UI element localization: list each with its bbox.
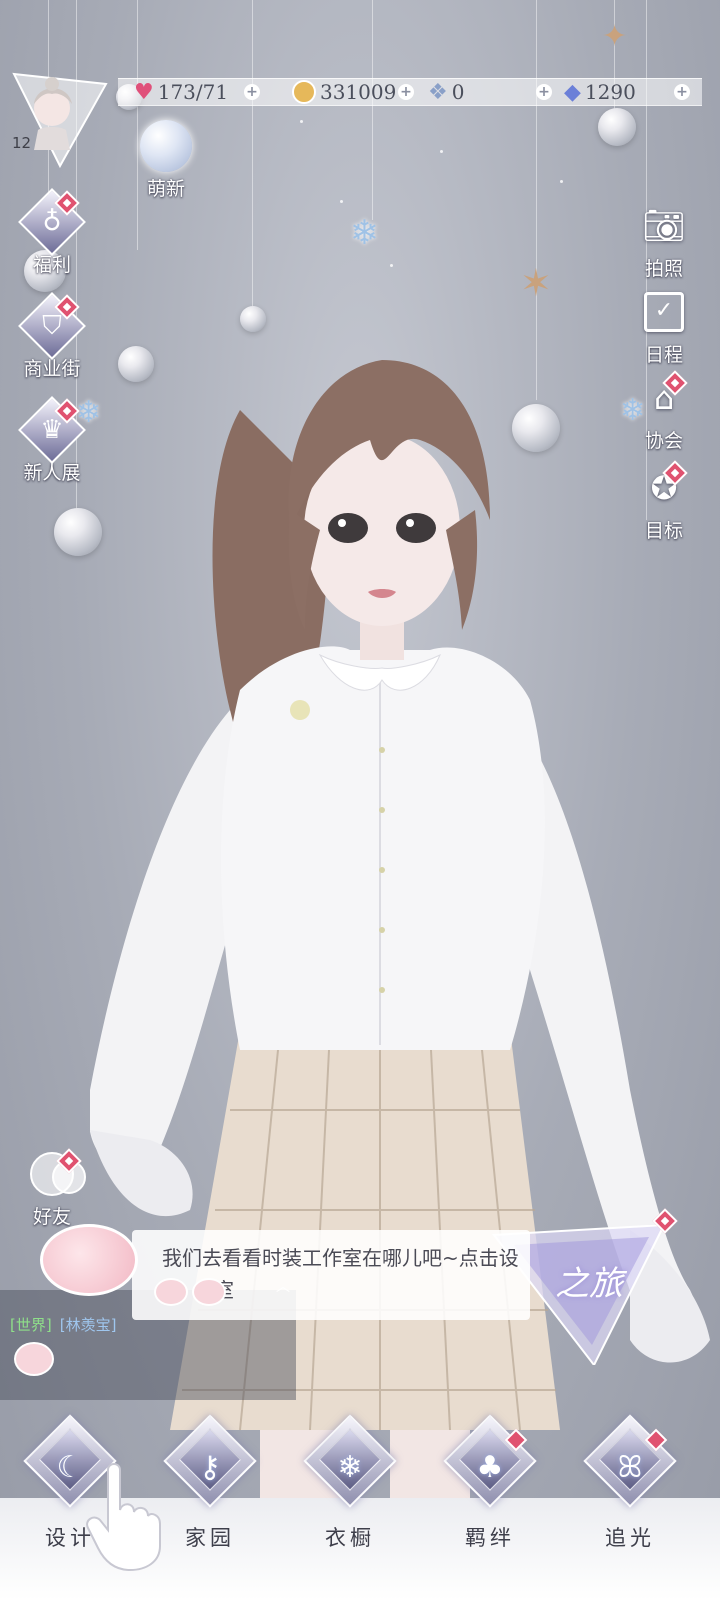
- nav-home-button[interactable]: ⚷ 家园: [160, 1414, 260, 1552]
- guild-building-icon: ⌂: [638, 370, 690, 424]
- player-level: 12: [12, 134, 32, 152]
- crystal-counter: ❖ 0: [428, 79, 464, 105]
- moon-needle-icon: ☾: [56, 1450, 84, 1485]
- newbie-label: 萌新: [146, 178, 185, 200]
- butterfly-icon: ꕤ: [617, 1450, 643, 1485]
- player-avatar[interactable]: [10, 70, 110, 170]
- plus-icon[interactable]: +: [244, 84, 260, 100]
- tutorial-hand-pointer-icon: [86, 1463, 161, 1572]
- pig-emoji-icon: [154, 1278, 188, 1306]
- newcomer-exhibition-button[interactable]: ♛ 新人展: [12, 396, 92, 485]
- sparkle: [440, 150, 443, 153]
- heart-gem-icon: ♥: [134, 79, 154, 105]
- guide-dialog-line-1: 我们去看看时装工作室在哪儿吧~点击设: [162, 1246, 519, 1270]
- sparkle: [340, 200, 343, 203]
- shopping-bag-icon: ⛉: [18, 292, 86, 360]
- goals-label: 目标: [644, 520, 683, 542]
- crystal-icon: ❖: [428, 79, 448, 105]
- pig-guide-mascot: [40, 1224, 138, 1296]
- coin-value: 331009: [320, 80, 397, 104]
- diamond-icon: ◆: [564, 79, 581, 105]
- camera-icon: 📷︎: [642, 206, 686, 246]
- resource-bar: ♥ 173/71 + 331009 + ❖ 0 + ◆ 1290 +: [118, 78, 702, 106]
- plus-icon[interactable]: +: [398, 84, 414, 100]
- key-icon: ⚷: [199, 1450, 221, 1485]
- friends-button[interactable]: 好友: [12, 1148, 92, 1229]
- coin-icon: [292, 80, 316, 104]
- star-ornament-icon: ✦: [602, 19, 628, 54]
- journey-label: 之旅: [555, 1264, 623, 1304]
- calendar-check-icon: ✓: [638, 286, 690, 338]
- guide-dialog[interactable]: 我们去看看时装工作室在哪儿吧~点击设 室: [132, 1230, 530, 1320]
- diamond-counter: ◆ 1290: [564, 79, 636, 105]
- diamond-value: 1290: [584, 80, 636, 104]
- chat-message: [世界] [林羡宝]: [10, 1314, 116, 1335]
- snowflake-gem-icon: ❄: [337, 1450, 363, 1485]
- stamina-value: 173/71: [157, 80, 229, 104]
- target-badge-icon: ✪: [638, 460, 690, 514]
- hanging-string: [372, 0, 373, 220]
- bubble-orb-icon: [140, 120, 192, 172]
- nav-chase-light-label: 追光: [605, 1526, 655, 1550]
- pearl-ornament: [598, 108, 636, 146]
- crown-star-icon: ♛: [18, 396, 86, 464]
- newbie-button[interactable]: 萌新: [126, 120, 206, 201]
- hanging-string: [252, 0, 253, 310]
- nav-home-label: 家园: [185, 1526, 235, 1550]
- sparkle: [390, 264, 393, 267]
- sparkle: [300, 120, 303, 123]
- photo-button[interactable]: 📷︎ 拍照: [624, 200, 704, 281]
- pig-emoji-icon: [192, 1278, 226, 1306]
- nav-chase-light-button[interactable]: ꕤ 追光: [580, 1414, 680, 1552]
- pig-mascot-icon: [14, 1342, 54, 1376]
- chat-username: [林羡宝]: [59, 1316, 117, 1334]
- nav-wardrobe-button[interactable]: ❄ 衣橱: [300, 1414, 400, 1552]
- sparkle: [560, 180, 563, 183]
- balloon-icon: ♁: [18, 188, 86, 256]
- schedule-label: 日程: [644, 344, 683, 366]
- pearl-ornament: [240, 306, 266, 332]
- plus-icon[interactable]: +: [536, 84, 552, 100]
- coin-counter: 331009: [292, 79, 396, 105]
- crystal-value: 0: [451, 80, 465, 104]
- welfare-button[interactable]: ♁ 福利: [12, 188, 92, 277]
- goals-button[interactable]: ✪ 目标: [624, 460, 704, 543]
- nav-wardrobe-label: 衣橱: [325, 1526, 375, 1550]
- plus-icon[interactable]: +: [674, 84, 690, 100]
- stamina-counter: ♥ 173/71: [134, 79, 228, 105]
- chat-channel-tag: [世界]: [10, 1316, 52, 1334]
- nav-bond-label: 羁绊: [465, 1526, 515, 1550]
- guild-button[interactable]: ⌂ 协会: [624, 370, 704, 453]
- friends-icon: [26, 1148, 86, 1200]
- guild-label: 协会: [644, 430, 683, 452]
- star-ornament-icon: ✶: [520, 261, 552, 305]
- shopping-street-button[interactable]: ⛉ 商业街: [12, 292, 92, 381]
- snowflake-ornament-icon: ❄: [350, 213, 379, 253]
- avatar-portrait: [12, 72, 108, 169]
- clover-icon: ♣: [476, 1450, 504, 1485]
- nav-bond-button[interactable]: ♣ 羁绊: [440, 1414, 540, 1552]
- photo-label: 拍照: [644, 258, 683, 280]
- schedule-button[interactable]: ✓ 日程: [624, 286, 704, 367]
